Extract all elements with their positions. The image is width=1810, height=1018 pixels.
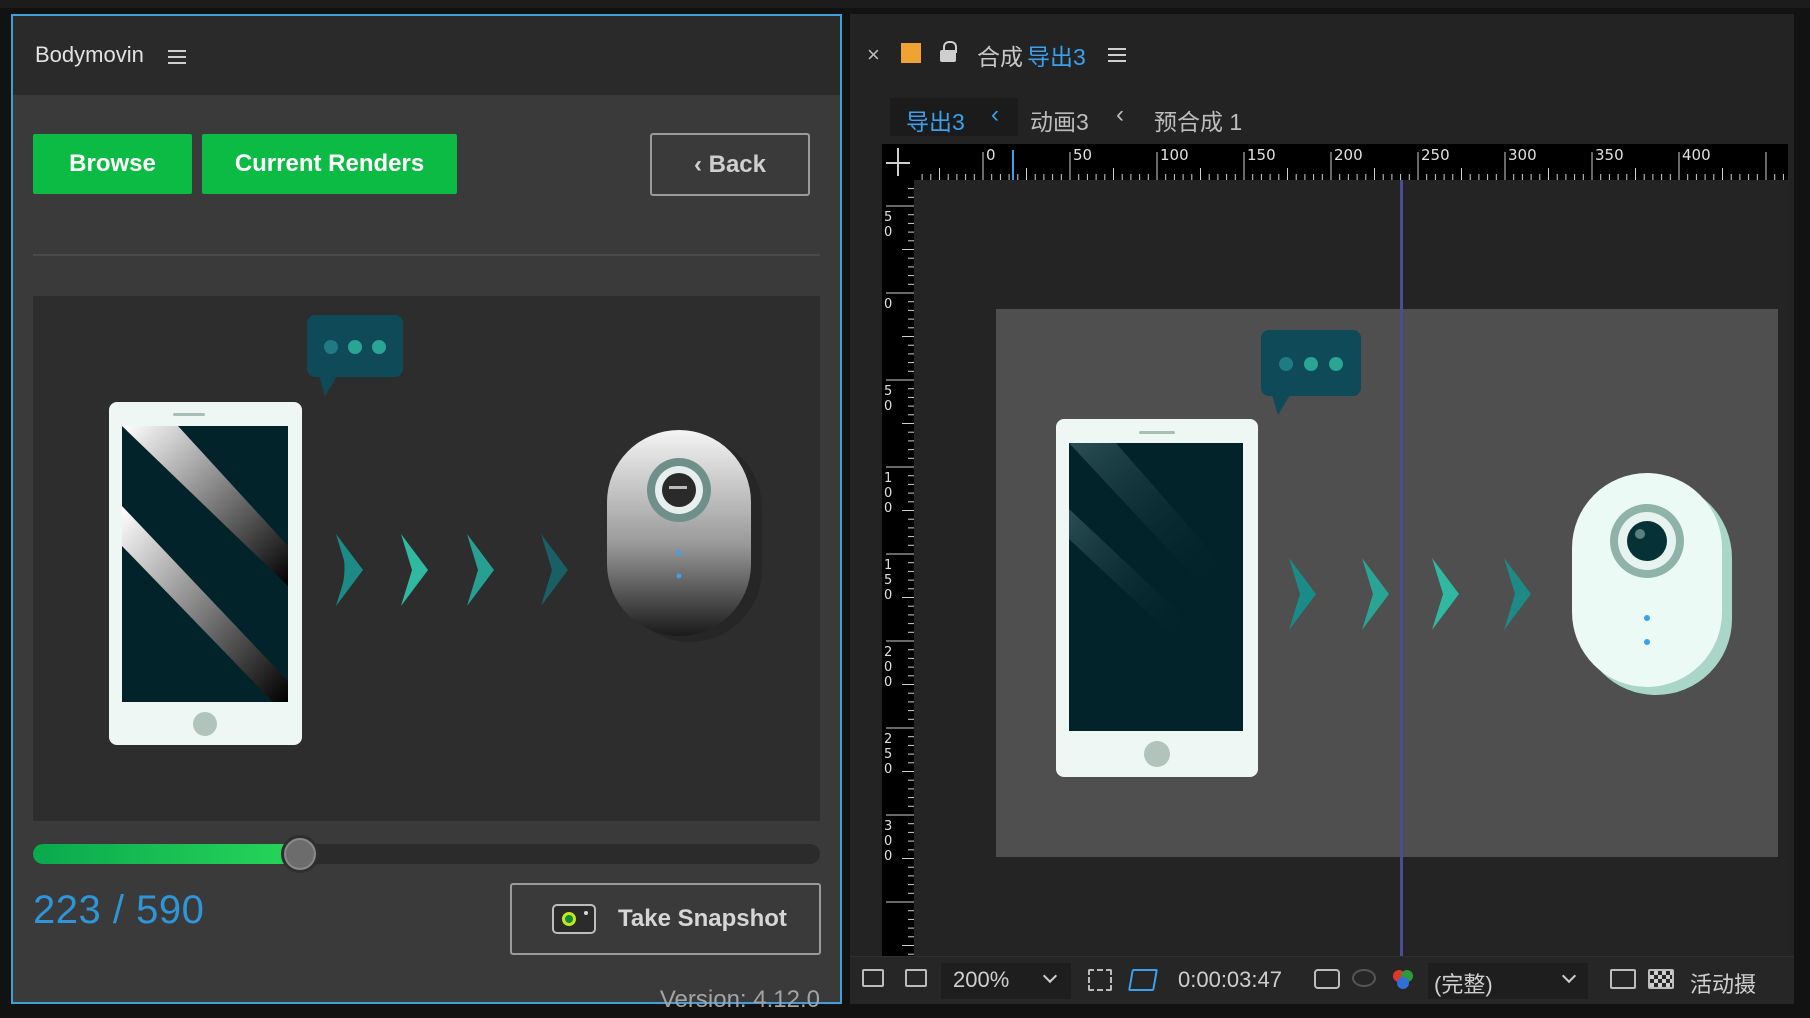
ruler-tick-label: 250: [1421, 146, 1450, 164]
viewer-toolbar: 200% 0:00:03:47 (完整) 活动摄: [850, 956, 1794, 1004]
transparency-grid-icon[interactable]: [1648, 969, 1674, 989]
breadcrumb-item[interactable]: 动画3: [1030, 103, 1089, 137]
browse-button[interactable]: Browse: [33, 134, 192, 194]
lock-icon[interactable]: [940, 41, 957, 63]
ruler-tick-label: 150: [1247, 146, 1276, 164]
smart-device-icon: [607, 430, 762, 642]
chevron-left-icon: ‹: [991, 101, 999, 128]
phone-icon: [109, 402, 302, 745]
bodymovin-panel: Bodymovin Browse Current Renders ‹ Back: [11, 14, 842, 1013]
ruler-tick-label: 300: [1508, 146, 1537, 164]
vertical-ruler[interactable]: 50 0 50 100 150 200 250 300: [882, 180, 914, 975]
chevron-down-icon: [1042, 968, 1058, 984]
ruler-tick-label: 200: [1334, 146, 1363, 164]
guide-line[interactable]: [1400, 180, 1403, 975]
show-snapshot-icon[interactable]: [1352, 969, 1376, 987]
frame-counter: 223 / 590: [33, 888, 205, 932]
chat-bubble-icon: [1261, 330, 1361, 415]
ruler-tick-label: 350: [1595, 146, 1624, 164]
ruler-tick-label: 100: [884, 471, 893, 516]
ruler-tick-label: 0: [884, 297, 893, 312]
ruler-tick-label: 400: [1682, 146, 1711, 164]
resolution-dropdown[interactable]: (完整): [1428, 963, 1588, 999]
color-channels-icon[interactable]: [1390, 967, 1416, 993]
ruler-tick-label: 50: [1073, 146, 1093, 164]
snapshot-camera-icon[interactable]: [1314, 969, 1340, 989]
ruler-tick-label: 100: [1160, 146, 1189, 164]
composition-viewer[interactable]: [914, 180, 1788, 975]
resolution-value: (完整): [1434, 972, 1493, 997]
camera-dropdown[interactable]: 活动摄: [1686, 963, 1794, 999]
transfer-arrows-icon: [1289, 558, 1531, 630]
chevron-left-icon: ‹: [1116, 101, 1124, 128]
ruler-origin-icon[interactable]: [882, 144, 914, 180]
ruler-tick-label: 250: [884, 732, 893, 777]
horizontal-ruler[interactable]: 0 50 100 150 200 250 300 350 400: [882, 144, 1788, 180]
composition-canvas: [996, 309, 1778, 857]
ruler-tick-label: 50: [884, 210, 893, 240]
frame-slider-thumb[interactable]: [281, 835, 319, 873]
smart-device-icon: [1572, 473, 1732, 695]
take-snapshot-label: Take Snapshot: [618, 905, 787, 932]
composition-title: 合成 导出3: [977, 38, 1086, 72]
panel-title: Bodymovin: [35, 42, 144, 67]
ruler-tick-label: 0: [986, 146, 996, 164]
safe-area-icon[interactable]: [1088, 969, 1112, 991]
composition-prefix: 合成: [977, 44, 1023, 70]
ruler-tick-label: 200: [884, 645, 893, 690]
panel-menu-icon[interactable]: [168, 50, 186, 64]
take-snapshot-button[interactable]: Take Snapshot: [510, 883, 821, 955]
breadcrumb-item[interactable]: 导出3: [906, 103, 965, 137]
mask-visibility-icon[interactable]: [1128, 969, 1158, 991]
frame-slider-fill: [33, 844, 300, 864]
top-strip: [0, 0, 1810, 8]
transfer-arrows-icon: [336, 534, 568, 606]
animation-preview: [33, 296, 820, 821]
always-preview-icon[interactable]: [862, 969, 884, 987]
phone-icon: [1056, 419, 1258, 777]
breadcrumb-item[interactable]: 预合成 1: [1154, 103, 1242, 137]
camera-icon: [552, 904, 596, 934]
zoom-value: 200%: [953, 967, 1010, 992]
canvas-illustration: [1056, 330, 1732, 777]
composition-name: 导出3: [1027, 44, 1086, 70]
label-color-swatch[interactable]: [901, 43, 921, 63]
camera-value: 活动摄: [1690, 972, 1757, 997]
back-button[interactable]: ‹ Back: [650, 133, 810, 196]
ruler-tick-label: 50: [884, 384, 893, 414]
bodymovin-header: Bodymovin: [13, 16, 840, 95]
preview-illustration: [109, 315, 762, 745]
zoom-dropdown[interactable]: 200%: [941, 963, 1071, 999]
chat-bubble-icon: [307, 315, 403, 396]
ruler-tick-label: 150: [884, 558, 893, 603]
composition-menu-icon[interactable]: [1108, 48, 1126, 62]
monitor-icon[interactable]: [905, 969, 927, 987]
close-icon[interactable]: ×: [867, 42, 880, 68]
composition-panel: × 合成 导出3 导出3 ‹ 动画3 ‹ 预合成 1 0 50 100 150 200 25…: [850, 14, 1794, 1004]
region-of-interest-icon[interactable]: [1610, 969, 1636, 989]
divider: [33, 254, 820, 256]
ruler-tick-label: 300: [884, 819, 893, 864]
frame-slider[interactable]: [33, 835, 820, 873]
current-renders-button[interactable]: Current Renders: [202, 134, 457, 194]
version-label: Version: 4.12.0: [659, 986, 820, 1013]
timecode[interactable]: 0:00:03:47: [1178, 967, 1282, 993]
chevron-down-icon: [1561, 968, 1577, 984]
